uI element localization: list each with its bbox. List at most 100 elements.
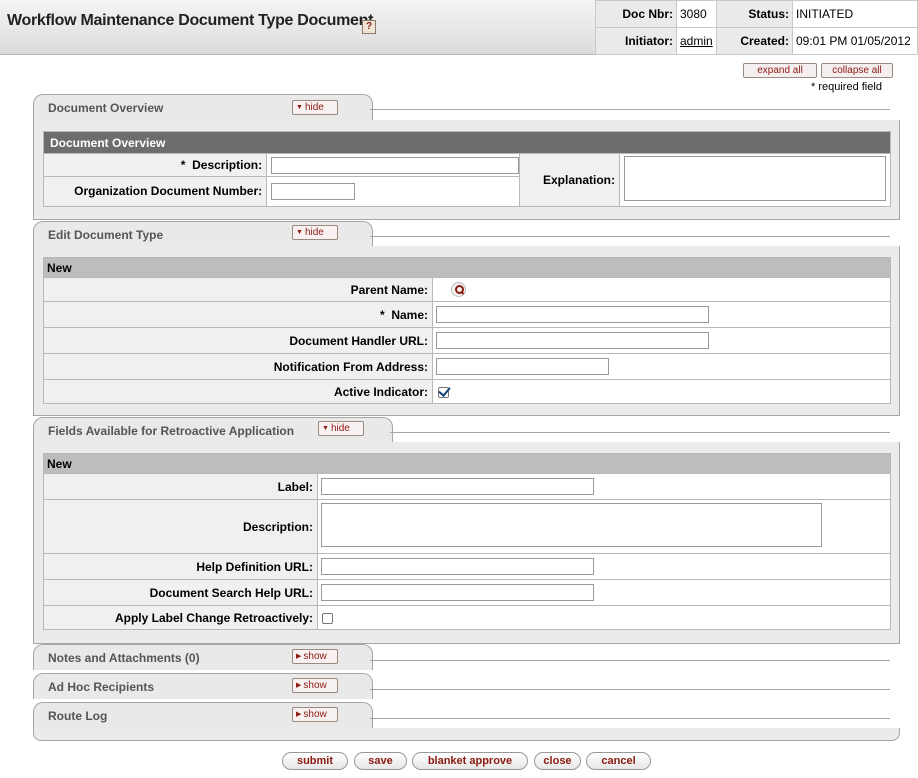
notification-input[interactable]	[436, 358, 609, 375]
tab-label: Fields Available for Retroactive Applica…	[48, 424, 295, 438]
save-button[interactable]: save	[354, 752, 407, 770]
name-label: * Name:	[43, 301, 433, 328]
divider	[370, 718, 890, 719]
tab-retroactive-fields: Fields Available for Retroactive Applica…	[33, 417, 393, 443]
label-cell	[317, 473, 891, 500]
help-url-input[interactable]	[321, 558, 594, 575]
search-icon[interactable]	[451, 282, 466, 298]
description-input[interactable]	[271, 156, 520, 174]
cancel-button[interactable]: cancel	[586, 752, 651, 770]
divider	[370, 660, 890, 661]
hide-button[interactable]: ▼ hide	[292, 225, 338, 240]
tab-label: Route Log	[48, 709, 108, 723]
doc-nbr-value: 3080	[676, 0, 717, 28]
apply-retro-cell	[317, 605, 891, 630]
tab-edit-document-type: Edit Document Type ▼ hide	[33, 221, 373, 247]
divider	[370, 689, 890, 690]
tab-ad-hoc-recipients: Ad Hoc Recipients ▶ show	[33, 673, 373, 699]
active-indicator-checkbox[interactable]	[438, 386, 449, 398]
apply-retro-label: Apply Label Change Retroactively:	[43, 605, 318, 630]
hide-button[interactable]: ▼ hide	[318, 421, 364, 436]
hide-label: hide	[304, 102, 324, 113]
edit-document-type-table: New Parent Name: * Name: Document Handle…	[43, 257, 891, 404]
panel-bottom	[33, 728, 900, 741]
required-mark: *	[379, 307, 385, 322]
name-label-text: Name:	[391, 307, 428, 322]
show-label: show	[303, 680, 327, 691]
tab-label: Ad Hoc Recipients	[48, 680, 155, 694]
document-info-table: Doc Nbr: 3080 Status: INITIATED Initiato…	[595, 0, 918, 55]
show-button[interactable]: ▶ show	[292, 707, 338, 722]
triangle-down-icon: ▼	[296, 229, 303, 236]
help-url-label: Help Definition URL:	[43, 553, 318, 580]
collapse-all-button[interactable]: collapse all	[821, 63, 893, 78]
description-label-text: Description:	[192, 158, 263, 173]
panel-retroactive-fields: New Label: Description: Help Definition …	[33, 442, 900, 644]
help-icon[interactable]: ?	[362, 20, 376, 34]
handler-url-cell	[432, 327, 891, 354]
explanation-textarea[interactable]	[624, 156, 886, 201]
new-row-header: New	[43, 257, 891, 278]
help-url-cell	[317, 553, 891, 580]
name-cell	[432, 301, 891, 328]
show-button[interactable]: ▶ show	[292, 678, 338, 693]
triangle-down-icon: ▼	[296, 104, 303, 111]
created-label: Created:	[716, 27, 793, 55]
close-button[interactable]: close	[534, 752, 581, 770]
hide-label: hide	[330, 423, 350, 434]
label-label: Label:	[43, 473, 318, 500]
explanation-label: Explanation:	[519, 153, 620, 207]
explanation-cell	[619, 153, 891, 207]
triangle-right-icon: ▶	[296, 682, 302, 689]
search-help-label: Document Search Help URL:	[43, 579, 318, 606]
parent-name-label: Parent Name:	[43, 277, 433, 302]
required-field-note: * required field	[811, 81, 882, 93]
expand-all-button[interactable]: expand all	[743, 63, 817, 78]
required-mark: *	[180, 158, 186, 173]
org-doc-number-input[interactable]	[271, 183, 356, 201]
submit-button[interactable]: submit	[282, 752, 348, 770]
divider	[370, 109, 890, 110]
description-label: Description:	[43, 499, 318, 554]
retroactive-fields-table: New Label: Description: Help Definition …	[43, 453, 891, 630]
panel-document-overview: Document Overview * Description: Explana…	[33, 120, 900, 220]
org-doc-number-cell	[266, 176, 521, 207]
divider	[370, 236, 890, 237]
show-button[interactable]: ▶ show	[292, 649, 338, 664]
name-input[interactable]	[436, 306, 709, 323]
triangle-right-icon: ▶	[296, 653, 302, 660]
blanket-approve-button[interactable]: blanket approve	[412, 752, 528, 770]
description-cell	[317, 499, 891, 554]
apply-retro-checkbox[interactable]	[322, 612, 333, 624]
active-indicator-label: Active Indicator:	[43, 379, 433, 404]
active-indicator-cell	[432, 379, 891, 404]
hide-label: hide	[304, 227, 324, 238]
status-label: Status:	[716, 0, 793, 28]
document-header: Workflow Maintenance Document Type Docum…	[0, 0, 918, 55]
tab-document-overview: Document Overview ▼ hide	[33, 94, 373, 120]
description-textarea[interactable]	[321, 503, 822, 547]
section-header: Document Overview	[43, 131, 891, 154]
search-help-cell	[317, 579, 891, 606]
created-value: 09:01 PM 01/05/2012	[792, 27, 918, 55]
handler-url-label: Document Handler URL:	[43, 327, 433, 354]
tab-label: Edit Document Type	[48, 228, 164, 242]
triangle-right-icon: ▶	[296, 711, 302, 718]
notification-cell	[432, 353, 891, 380]
initiator-link[interactable]: admin	[680, 34, 713, 48]
hide-button[interactable]: ▼ hide	[292, 100, 338, 115]
panel-edit-document-type: New Parent Name: * Name: Document Handle…	[33, 246, 900, 416]
search-help-input[interactable]	[321, 584, 594, 601]
initiator-cell: admin	[676, 27, 717, 55]
notification-label: Notification From Address:	[43, 353, 433, 380]
label-input[interactable]	[321, 478, 594, 495]
handler-url-input[interactable]	[436, 332, 709, 349]
new-row-header: New	[43, 453, 891, 474]
parent-name-cell	[432, 277, 891, 302]
tab-notes-attachments: Notes and Attachments (0) ▶ show	[33, 644, 373, 670]
status-value: INITIATED	[792, 0, 918, 28]
show-label: show	[303, 651, 327, 662]
tab-label: Notes and Attachments (0)	[48, 651, 200, 665]
tab-route-log: Route Log ▶ show	[33, 702, 373, 730]
document-overview-table: Document Overview * Description: Explana…	[42, 131, 891, 207]
